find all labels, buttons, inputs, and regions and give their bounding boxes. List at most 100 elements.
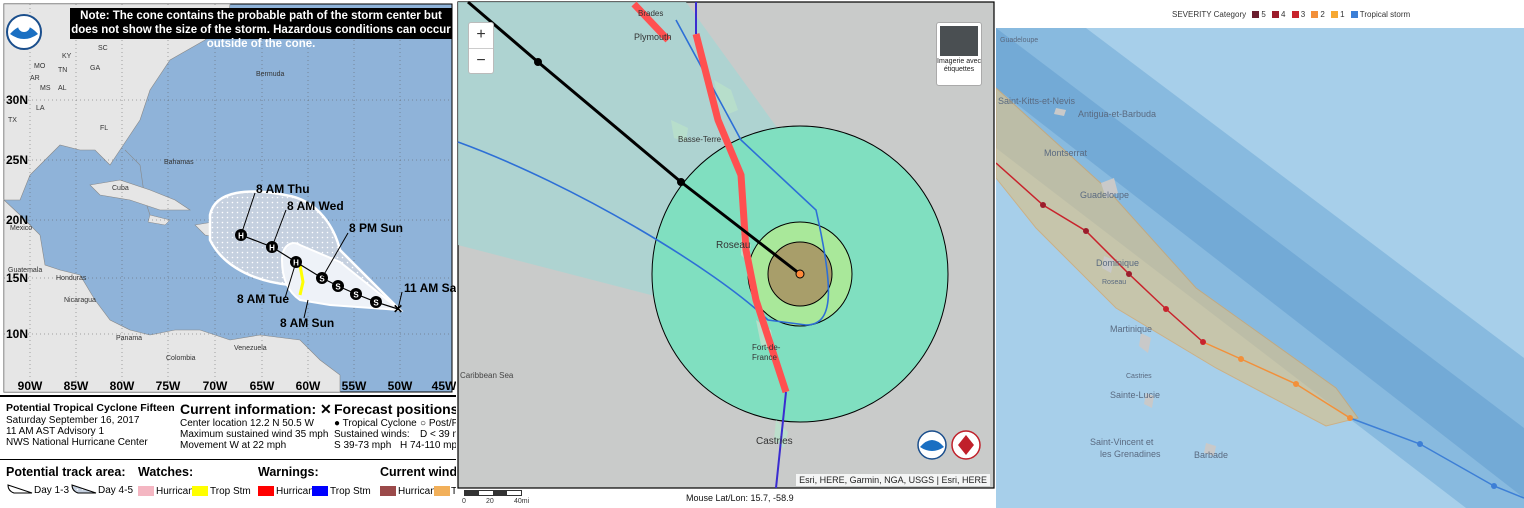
cw-trop-swatch [434,486,450,496]
basemap-label: Imagerie avec étiquettes [937,58,981,73]
svg-text:MO: MO [34,63,46,70]
cat4-label: 4 [1281,10,1286,19]
day45-swatch [71,484,97,494]
max-wind: Maximum sustained wind 35 mph [180,429,329,440]
zoom-in-button[interactable]: + [469,23,493,49]
svg-text:Roseau: Roseau [1102,279,1126,286]
scale-label-40: 40mi [514,498,530,505]
svg-text:85W: 85W [64,379,89,393]
svg-text:Nicaragua: Nicaragua [64,297,96,304]
cat3-swatch [1291,11,1299,18]
nhc-map: H H H S S S S ✕ 8 AM Thu 8 AM Wed 8 PM S… [0,0,456,395]
svg-text:KY: KY [62,53,72,60]
svg-text:MS: MS [40,85,51,92]
svg-text:les Grenadines: les Grenadines [1100,449,1161,459]
svg-text:Guatemala: Guatemala [8,267,42,274]
svg-text:Bermuda: Bermuda [256,71,285,78]
svg-text:10N: 10N [6,327,28,341]
map-attribution: Esri, HERE, Garmin, NGA, USGS | Esri, HE… [796,474,990,486]
svg-text:45W: 45W [432,379,456,393]
svg-text:60W: 60W [296,379,321,393]
svg-text:70W: 70W [203,379,228,393]
cat1-swatch [1331,11,1339,18]
hurricane-warning-swatch [258,486,274,496]
cat3-label: 3 [1300,10,1306,19]
current-wind-heading: Current wind e [380,465,456,479]
legend-post: ○ Post/P [420,418,456,429]
svg-text:Caribbean Sea: Caribbean Sea [460,371,514,380]
cat1-label: 1 [1340,10,1345,19]
advisory-number: 11 AM AST Advisory 1 [6,426,105,437]
svg-text:Basse-Terre: Basse-Terre [678,135,722,144]
svg-text:Martinique: Martinique [1110,324,1152,334]
svg-text:Guadeloupe: Guadeloupe [1080,190,1129,200]
noaa-logo-small [917,430,947,460]
wind-radius-map[interactable]: Brades Plymouth Basse-Terre Roseau Fort-… [456,0,996,508]
svg-text:SC: SC [98,45,108,52]
svg-text:Colombia: Colombia [166,355,196,362]
svg-text:Plymouth: Plymouth [634,32,672,42]
noaa-logo [6,14,42,50]
svg-text:LA: LA [36,105,45,112]
advisory-date: Saturday September 16, 2017 [6,415,140,426]
track-area-heading: Potential track area: [6,465,126,479]
svg-text:80W: 80W [110,379,135,393]
basemap-toggle[interactable]: Imagerie avec étiquettes [936,22,982,86]
basemap-thumbnail [940,26,978,56]
cat2-label: 2 [1320,10,1325,19]
scale-label-20: 20 [486,498,494,505]
svg-text:S: S [319,275,325,284]
svg-text:90W: 90W [18,379,43,393]
nws-logo [951,430,981,460]
svg-text:75W: 75W [156,379,181,393]
svg-text:55W: 55W [342,379,367,393]
zoom-out-button[interactable]: − [469,49,493,74]
svg-text:H: H [269,244,275,253]
svg-text:Venezuela: Venezuela [234,345,267,352]
cone-note: Note: The cone contains the probable pat… [70,8,452,50]
trop-warning-label: Trop Stm [330,486,371,497]
zoom-control[interactable]: + − [468,22,494,74]
svg-text:Bahamas: Bahamas [164,159,194,166]
day13-label: Day 1-3 [34,485,70,496]
fort-de-france-label: Fort-de-France [752,343,781,362]
svg-text:TN: TN [58,67,67,74]
severity-legend: SEVERITY Category 5 4 3 2 1 Tropical sto… [996,0,1524,28]
svg-text:8 PM Sun: 8 PM Sun [349,221,403,235]
storm-center [795,269,805,279]
legend-tropical-cyclone: ● Tropical Cyclone [334,418,417,429]
svg-text:Dominique: Dominique [1096,258,1139,268]
mouse-coordinates: Mouse Lat/Lon: 15.7, -58.9 [686,493,794,503]
svg-text:Montserrat: Montserrat [1044,148,1088,158]
svg-text:Saint-Vincent et: Saint-Vincent et [1090,437,1154,447]
severity-map[interactable]: Guadeloupe Saint-Kitts-et-Nevis Antigua-… [996,28,1524,508]
s-range: S 39-73 mph [334,440,392,451]
svg-text:Roseau: Roseau [716,240,750,251]
cat5-swatch [1252,11,1260,18]
severity-label: SEVERITY [1172,10,1212,19]
tropical-storm-swatch [1350,11,1358,18]
trop-watch-label: Trop Stm [210,486,251,497]
scale-bar [464,490,522,496]
svg-text:Honduras: Honduras [56,275,87,282]
h-range: H 74-110 mph [400,440,456,451]
trop-warning-swatch [312,486,328,496]
d-range: D < 39 m [420,429,456,440]
forecast-heading: Forecast positions: [334,401,456,417]
svg-text:Antigua-et-Barbuda: Antigua-et-Barbuda [1078,109,1156,119]
svg-text:FL: FL [100,125,108,132]
severity-track-panel[interactable]: SEVERITY Category 5 4 3 2 1 Tropical sto… [996,0,1524,508]
svg-text:8 AM Wed: 8 AM Wed [287,199,344,213]
svg-text:Sainte-Lucie: Sainte-Lucie [1110,390,1160,400]
svg-text:8 AM Tue: 8 AM Tue [237,292,289,306]
svg-text:65W: 65W [250,379,275,393]
svg-text:Guadeloupe: Guadeloupe [1000,37,1038,44]
svg-text:AR: AR [30,75,40,82]
wind-radius-map-panel[interactable]: Brades Plymouth Basse-Terre Roseau Fort-… [456,0,996,508]
center-location: Center location 12.2 N 50.5 W [180,418,314,429]
svg-text:Saint-Kitts-et-Nevis: Saint-Kitts-et-Nevis [998,96,1076,106]
watches-heading: Watches: [138,465,194,479]
svg-text:TX: TX [8,117,17,124]
svg-text:Panama: Panama [116,335,142,342]
tropical-storm-label: Tropical storm [1359,10,1411,19]
